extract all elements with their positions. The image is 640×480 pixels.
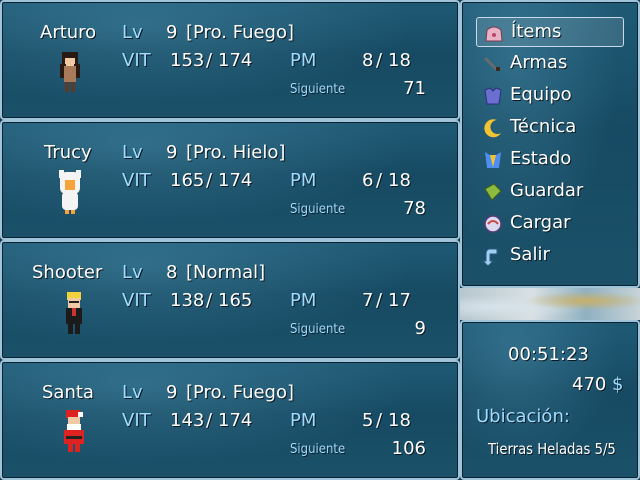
menu-item-equipment[interactable]: Equipo <box>476 81 624 111</box>
member-name: Shooter <box>32 262 103 283</box>
vit-slash: / <box>206 410 213 431</box>
menu-item-save[interactable]: Guardar <box>476 177 624 207</box>
playtime: 00:51:23 <box>508 344 589 365</box>
level-value: 8 <box>166 262 178 283</box>
next-exp-value: 78 <box>403 198 426 219</box>
pm-label: PM <box>290 170 317 191</box>
moon-icon <box>484 119 501 138</box>
pm-slash: / <box>376 290 383 311</box>
menu-label: Ítems <box>511 21 562 42</box>
menu-item-load[interactable]: Cargar <box>476 209 624 239</box>
character-sprite <box>64 410 84 452</box>
pm-label: PM <box>290 290 317 311</box>
level-label: Lv <box>122 142 143 163</box>
menu-item-exit[interactable]: Salir <box>476 241 624 271</box>
vit-slash: / <box>206 290 213 311</box>
book-icon <box>484 183 502 201</box>
exit-arrow-icon <box>482 248 498 267</box>
pm-label: PM <box>290 50 317 71</box>
level-label: Lv <box>122 382 143 403</box>
vit-current: 138 <box>170 290 205 311</box>
class-label: [Pro. Fuego] <box>186 382 295 403</box>
pm-slash: / <box>376 410 383 431</box>
party-member-card[interactable]: Shooter Lv 8 [Normal] VIT 138 / 165 PM 7… <box>0 240 460 360</box>
vit-label: VIT <box>122 410 151 431</box>
pm-current: 5 <box>362 410 374 431</box>
vit-max: 174 <box>218 410 253 431</box>
member-name: Trucy <box>44 142 92 163</box>
class-label: [Pro. Hielo] <box>186 142 286 163</box>
vit-current: 165 <box>170 170 205 191</box>
next-exp-value: 106 <box>391 438 426 459</box>
vit-current: 153 <box>170 50 205 71</box>
vit-label: VIT <box>122 50 151 71</box>
disk-icon <box>484 215 502 233</box>
vit-current: 143 <box>170 410 205 431</box>
menu-item-skills[interactable]: Técnica <box>476 113 624 143</box>
character-sprite <box>60 52 80 92</box>
vit-label: VIT <box>122 290 151 311</box>
party-member-card[interactable]: Arturo Lv 9 [Pro. Fuego] VIT 153 / 174 P… <box>0 0 460 120</box>
vit-max: 174 <box>218 50 253 71</box>
location-name: Tierras Heladas 5/5 <box>488 440 616 458</box>
next-exp-value: 9 <box>414 318 426 339</box>
next-exp-label: Siguiente <box>290 322 346 337</box>
vit-slash: / <box>206 50 213 71</box>
menu-label: Guardar <box>510 180 584 201</box>
next-exp-label: Siguiente <box>290 82 346 97</box>
next-exp-value: 71 <box>403 78 426 99</box>
pm-slash: / <box>376 170 383 191</box>
party-member-card[interactable]: Santa Lv 9 [Pro. Fuego] VIT 143 / 174 PM… <box>0 360 460 480</box>
armor-icon <box>484 87 502 105</box>
level-value: 9 <box>166 22 178 43</box>
next-exp-label: Siguiente <box>290 202 346 217</box>
pm-slash: / <box>376 50 383 71</box>
level-label: Lv <box>122 262 143 283</box>
member-name: Santa <box>42 382 94 403</box>
sword-icon <box>484 57 500 71</box>
gold-amount: 470 <box>572 374 607 395</box>
menu-label: Salir <box>510 244 550 265</box>
menu-label: Técnica <box>510 116 577 137</box>
pm-label: PM <box>290 410 317 431</box>
pm-max: 17 <box>388 290 411 311</box>
menu-item-status[interactable]: Estado <box>476 145 624 175</box>
pm-max: 18 <box>388 410 411 431</box>
character-sprite <box>59 170 81 214</box>
party-member-card[interactable]: Trucy Lv 9 [Pro. Hielo] VIT 165 / 174 PM… <box>0 120 460 240</box>
level-value: 9 <box>166 382 178 403</box>
character-sprite <box>66 292 82 334</box>
pm-current: 6 <box>362 170 374 191</box>
vit-slash: / <box>206 170 213 191</box>
class-label: [Normal] <box>186 262 266 283</box>
vit-max: 165 <box>218 290 253 311</box>
status-icon <box>485 152 501 168</box>
location-label: Ubicación: <box>476 406 570 427</box>
menu-label: Armas <box>510 52 568 73</box>
currency-symbol: $ <box>612 374 624 395</box>
pm-current: 8 <box>362 50 374 71</box>
bag-icon <box>485 26 503 42</box>
pm-max: 18 <box>388 170 411 191</box>
command-menu: Ítems Armas Equipo Técnica Estado Guarda… <box>460 0 640 288</box>
level-label: Lv <box>122 22 143 43</box>
class-label: [Pro. Fuego] <box>186 22 295 43</box>
vit-label: VIT <box>122 170 151 191</box>
next-exp-label: Siguiente <box>290 442 346 457</box>
menu-item-items[interactable]: Ítems <box>476 17 624 47</box>
member-name: Arturo <box>40 22 97 43</box>
pm-current: 7 <box>362 290 374 311</box>
menu-label: Cargar <box>510 212 571 233</box>
map-preview-strip <box>460 288 640 320</box>
menu-label: Estado <box>510 148 572 169</box>
pm-max: 18 <box>388 50 411 71</box>
menu-label: Equipo <box>510 84 572 105</box>
menu-item-weapons[interactable]: Armas <box>476 49 624 79</box>
vit-max: 174 <box>218 170 253 191</box>
info-panel: 00:51:23 470 $ Ubicación: Tierras Helada… <box>460 320 640 480</box>
level-value: 9 <box>166 142 178 163</box>
